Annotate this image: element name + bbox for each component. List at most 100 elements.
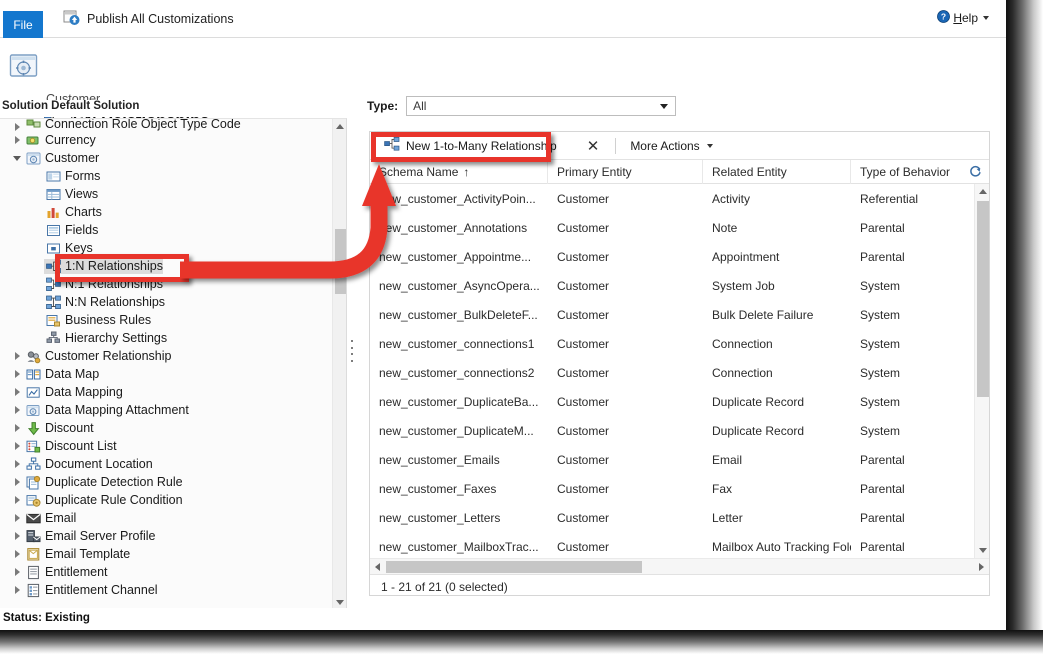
tree-scroll-down-button[interactable] xyxy=(333,595,346,608)
solution-tree-panel[interactable]: Connection Role Object Type Code Currency… xyxy=(0,118,347,608)
tree-item-data-map[interactable]: Data Map xyxy=(0,365,333,383)
help-menu[interactable]: ? Help xyxy=(937,10,989,26)
grid-vertical-scrollbar[interactable] xyxy=(974,184,989,558)
document-location-icon xyxy=(24,457,42,472)
expand-arrow-icon[interactable] xyxy=(10,460,24,468)
tree-item-customer-relationship[interactable]: Customer Relationship xyxy=(0,347,333,365)
tree-item-keys[interactable]: Keys xyxy=(0,239,333,257)
table-row[interactable]: new_customer_Letters Customer Letter Parent… xyxy=(370,503,989,532)
tree-item-currency[interactable]: Currency xyxy=(0,131,333,149)
tree-item-entitlement[interactable]: Entitlement xyxy=(0,563,333,581)
chevron-down-icon xyxy=(336,599,344,605)
refresh-icon[interactable] xyxy=(969,165,982,181)
tree-item-customer[interactable]: Customer xyxy=(0,149,333,167)
tree-item-content: Discount xyxy=(24,421,94,436)
column-header-primary-entity[interactable]: Primary Entity xyxy=(548,159,703,184)
column-header-type-of-behavior[interactable]: Type of Behavior xyxy=(851,160,970,184)
grid-horizontal-scrollbar[interactable] xyxy=(370,558,989,574)
tree-item-email-server-profile[interactable]: Email Server Profile xyxy=(0,527,333,545)
column-header-schema-name[interactable]: Schema Name ↑ xyxy=(370,159,548,184)
grid-scroll-right-button[interactable] xyxy=(974,559,989,574)
help-icon: ? xyxy=(937,10,951,26)
tree-item-business-rules[interactable]: Business Rules xyxy=(0,311,333,329)
grid-horizontal-scrollbar-thumb[interactable] xyxy=(386,561,642,573)
tree-scroll-up-button[interactable] xyxy=(333,119,346,133)
discount-icon xyxy=(24,421,42,436)
tree-item-discount-list[interactable]: Discount List xyxy=(0,437,333,455)
grid-vertical-scrollbar-thumb[interactable] xyxy=(977,201,989,397)
expand-arrow-icon[interactable] xyxy=(10,532,24,540)
tree-item-label: Data Mapping xyxy=(45,385,123,399)
expand-arrow-icon[interactable] xyxy=(10,424,24,432)
grid-scroll-left-button[interactable] xyxy=(370,559,385,574)
solution-tree[interactable]: Connection Role Object Type Code Currency… xyxy=(0,119,333,599)
table-row[interactable]: new_customer_ActivityPoin... Customer Acti… xyxy=(370,184,989,213)
tree-item-duplicate-rule-condition[interactable]: Duplicate Rule Condition xyxy=(0,491,333,509)
tree-scrollbar-thumb[interactable] xyxy=(335,229,346,294)
splitter-dot xyxy=(351,340,353,342)
file-tab[interactable]: File xyxy=(3,11,43,38)
expand-arrow-icon[interactable] xyxy=(10,370,24,378)
expand-arrow-icon[interactable] xyxy=(10,586,24,594)
expand-arrow-icon[interactable] xyxy=(10,123,24,131)
business-rules-icon xyxy=(44,313,62,328)
table-row[interactable]: new_customer_AsyncOpera... Customer System… xyxy=(370,271,989,300)
table-row[interactable]: new_customer_BulkDeleteF... Customer Bulk … xyxy=(370,300,989,329)
cell-schema-name: new_customer_Emails xyxy=(379,452,500,467)
tree-scrollbar[interactable] xyxy=(332,119,346,608)
tree-item-charts[interactable]: Charts xyxy=(0,203,333,221)
table-row[interactable]: new_customer_Faxes Customer Fax Parental xyxy=(370,474,989,503)
panel-splitter-handle[interactable] xyxy=(351,340,356,362)
tree-item-n-1-relationships[interactable]: N:1 Relationships xyxy=(0,275,333,293)
new-1-to-many-relationship-button[interactable]: New 1-to-Many Relationship xyxy=(378,134,565,157)
expand-arrow-icon[interactable] xyxy=(10,568,24,576)
table-row[interactable]: new_customer_MailboxTrac... Customer Mailb… xyxy=(370,532,989,558)
expand-arrow-icon[interactable] xyxy=(10,352,24,360)
type-filter-select[interactable]: All xyxy=(406,96,677,116)
tree-item-email[interactable]: Email xyxy=(0,509,333,527)
table-row[interactable]: new_customer_connections2 Customer Connect… xyxy=(370,358,989,387)
table-row[interactable]: new_customer_DuplicateBa... Customer Dupli… xyxy=(370,387,989,416)
expand-arrow-icon[interactable] xyxy=(10,442,24,450)
expand-arrow-icon[interactable] xyxy=(10,478,24,486)
tree-item-discount[interactable]: Discount xyxy=(0,419,333,437)
tree-item-duplicate-detection-rule[interactable]: Duplicate Detection Rule xyxy=(0,473,333,491)
expand-arrow-icon[interactable] xyxy=(10,496,24,504)
tree-item-entitlement-channel[interactable]: Entitlement Channel xyxy=(0,581,333,599)
tree-item-email-template[interactable]: Email Template xyxy=(0,545,333,563)
expand-arrow-icon[interactable] xyxy=(10,514,24,522)
tree-item-label: Customer xyxy=(45,151,100,165)
grid-scroll-down-button[interactable] xyxy=(975,543,989,558)
cell-primary-entity: Customer xyxy=(557,249,610,264)
cell-related-entity: Connection xyxy=(712,365,773,380)
table-row[interactable]: new_customer_Annotations Customer Note Pare… xyxy=(370,213,989,242)
tree-item-content: Customer Relationship xyxy=(24,349,171,364)
tree-item-n-n-relationships[interactable]: N:N Relationships xyxy=(0,293,333,311)
expand-arrow-icon[interactable] xyxy=(10,388,24,396)
tree-item-data-mapping-attachment[interactable]: Data Mapping Attachment xyxy=(0,401,333,419)
more-actions-button[interactable]: More Actions xyxy=(626,139,716,153)
tree-item-forms[interactable]: Forms xyxy=(0,167,333,185)
tree-item-hierarchy-settings[interactable]: Hierarchy Settings xyxy=(0,329,333,347)
tree-item-connection-role-object-type-code[interactable]: Connection Role Object Type Code xyxy=(0,119,333,131)
tree-item-1-n-relationships[interactable]: 1:N Relationships xyxy=(0,257,333,275)
table-row[interactable]: new_customer_Emails Customer Email Parental xyxy=(370,445,989,474)
grid-scroll-up-button[interactable] xyxy=(975,184,989,199)
table-row[interactable]: new_customer_DuplicateM... Customer Duplic… xyxy=(370,416,989,445)
expand-arrow-icon[interactable] xyxy=(10,406,24,414)
tree-item-data-mapping[interactable]: Data Mapping xyxy=(0,383,333,401)
expand-arrow-icon[interactable] xyxy=(10,136,24,144)
publish-all-customizations-button[interactable]: Publish All Customizations xyxy=(57,6,240,32)
column-header-label: Schema Name xyxy=(379,164,459,179)
tree-item-views[interactable]: Views xyxy=(0,185,333,203)
column-header-related-entity[interactable]: Related Entity xyxy=(703,159,851,184)
expand-arrow-icon[interactable] xyxy=(10,550,24,558)
table-row[interactable]: new_customer_Appointme... Customer Appoint… xyxy=(370,242,989,271)
cell-type-of-behavior: System xyxy=(860,423,901,438)
table-row[interactable]: new_customer_connections1 Customer Connect… xyxy=(370,329,989,358)
collapse-arrow-icon[interactable] xyxy=(10,155,24,161)
delete-relationship-button[interactable]: ✕ xyxy=(581,137,606,155)
tree-item-fields[interactable]: Fields xyxy=(0,221,333,239)
tree-item-document-location[interactable]: Document Location xyxy=(0,455,333,473)
tree-item-content: Currency xyxy=(24,133,96,148)
